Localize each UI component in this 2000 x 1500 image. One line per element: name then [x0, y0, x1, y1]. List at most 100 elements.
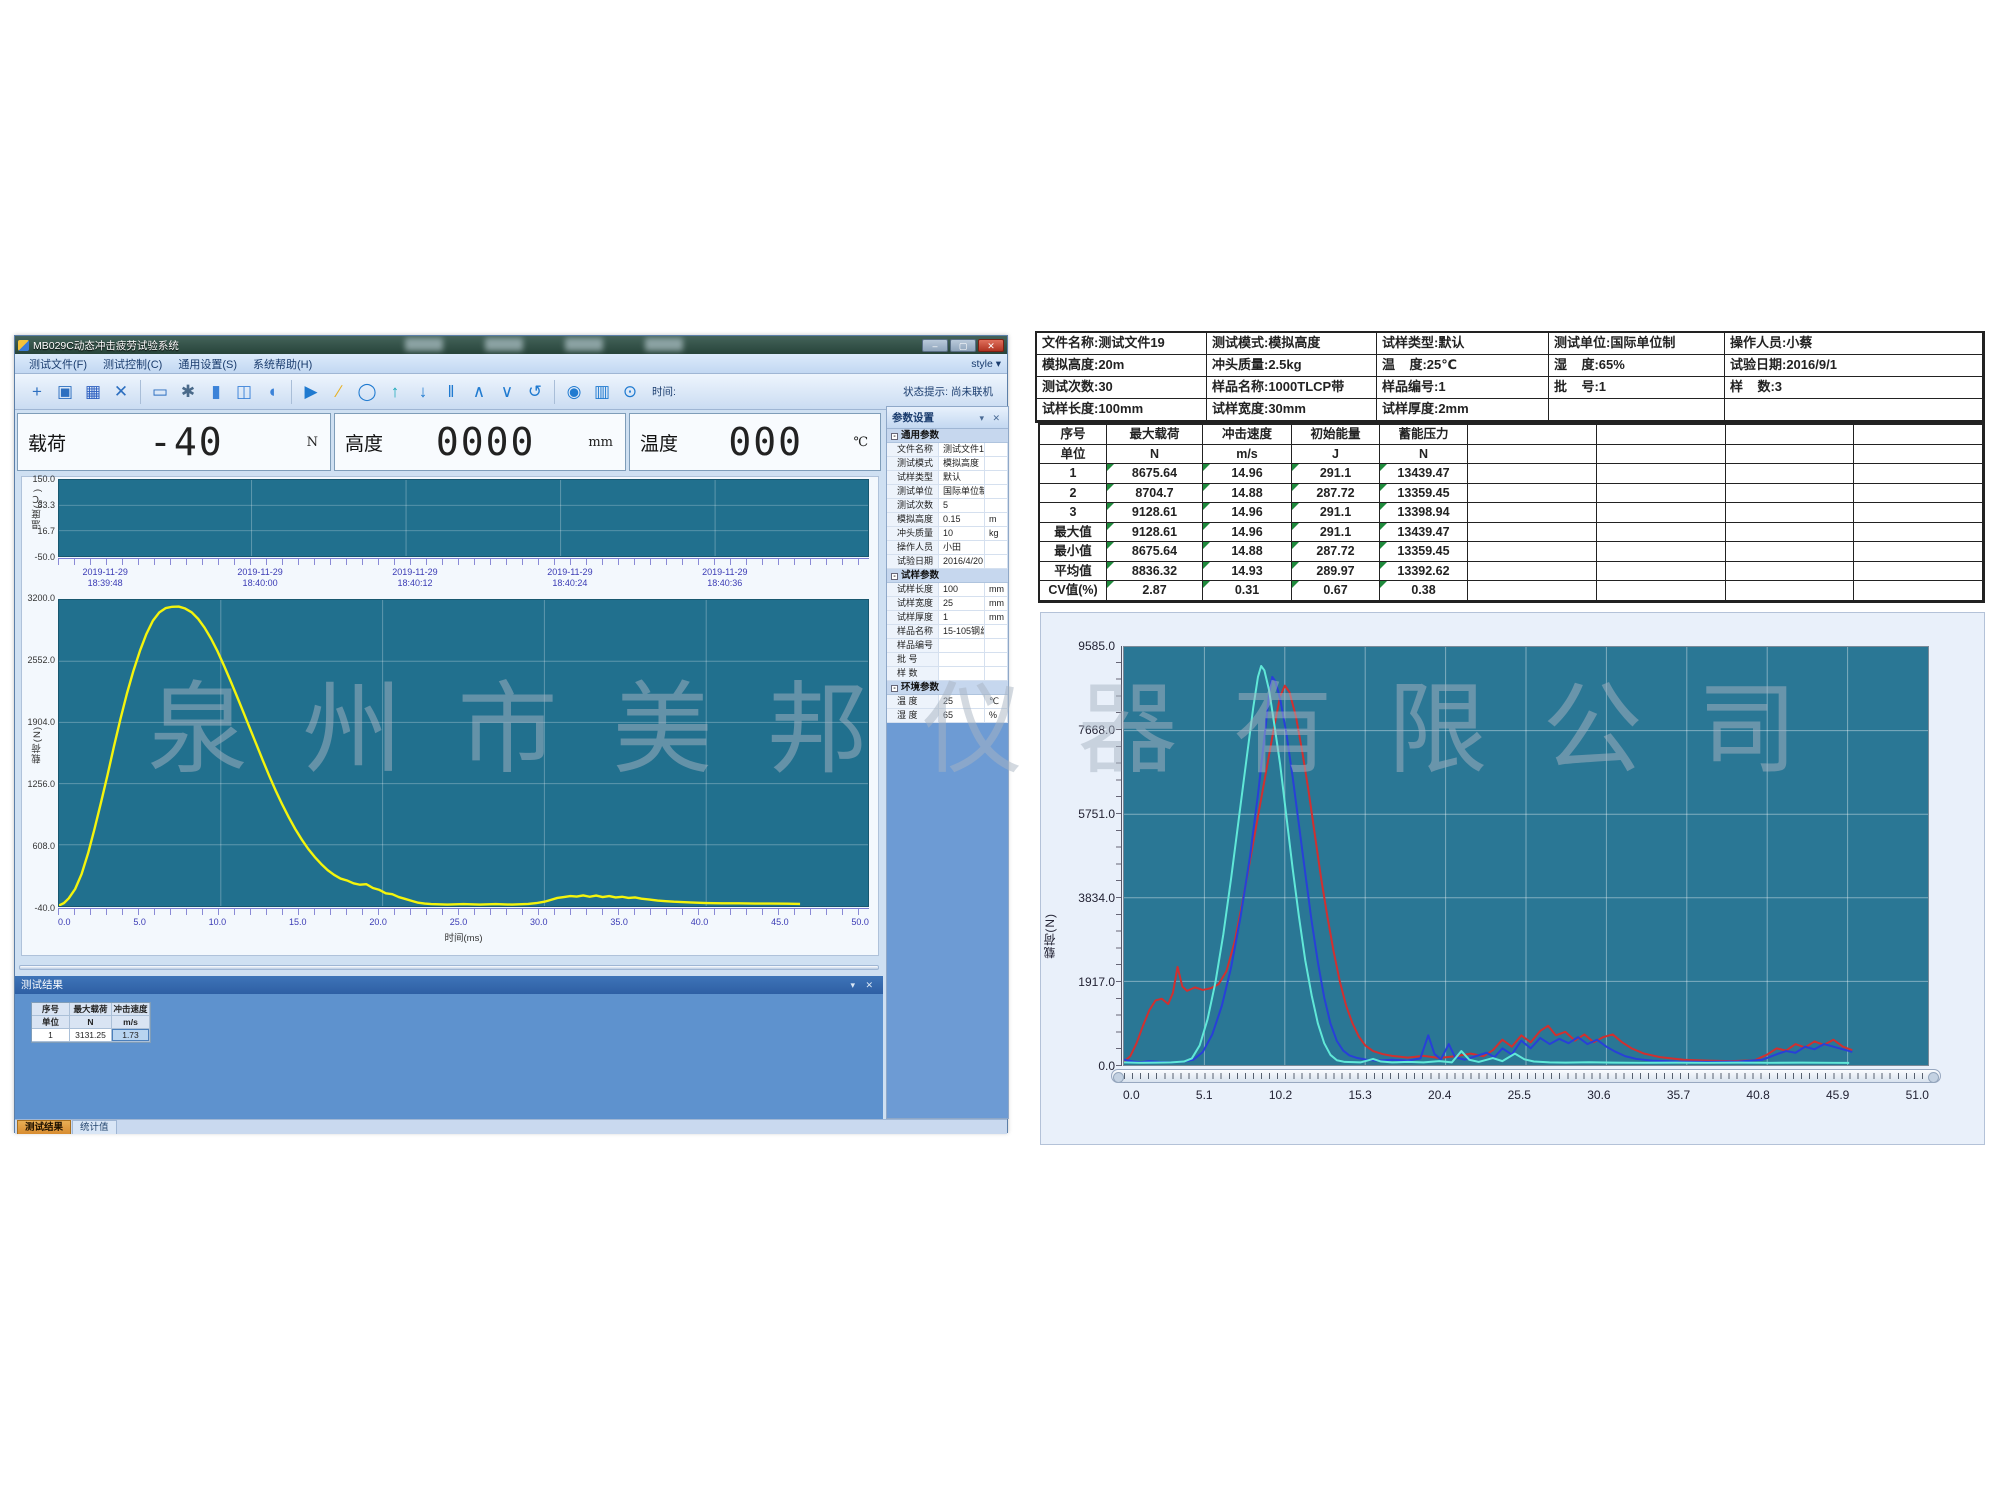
- param-label: 测试次数: [887, 499, 939, 512]
- param-row: 冲头质量10kg: [887, 527, 1008, 541]
- clean-icon[interactable]: ∕: [327, 379, 351, 405]
- tick-label: 40.0: [691, 917, 709, 927]
- close-file-icon[interactable]: ✕: [109, 379, 133, 405]
- param-value[interactable]: 2016/4/20: [939, 555, 985, 568]
- listen-icon[interactable]: ◖: [260, 379, 284, 405]
- param-row: 操作人员小田: [887, 541, 1008, 555]
- param-value[interactable]: 小田: [939, 541, 985, 554]
- jog-up-icon[interactable]: ∧: [467, 379, 491, 405]
- parameter-settings-panel: 参数设置 ▾ ✕ -通用参数文件名称测试文件1测试模式模拟高度试样类型默认测试单…: [886, 406, 1009, 1119]
- tick-label: 25.5: [1508, 1088, 1531, 1102]
- params-panel-pin-close-icons[interactable]: ▾ ✕: [979, 407, 1003, 428]
- param-section-header[interactable]: -环境参数: [887, 681, 1008, 695]
- collapse-icon[interactable]: -: [891, 573, 898, 580]
- settings-gear-icon[interactable]: ✱: [176, 379, 200, 405]
- tick-label: 2552.0: [27, 654, 55, 666]
- horizontal-splitter[interactable]: [15, 956, 883, 976]
- tick-label: 30.0: [530, 917, 548, 927]
- open-file-icon[interactable]: ▣: [53, 379, 77, 405]
- maximize-button[interactable]: ▢: [950, 339, 976, 352]
- table-header-cell: [1597, 425, 1726, 445]
- toolbar-separator: [140, 380, 141, 404]
- tab-statistics[interactable]: 统计值: [72, 1120, 117, 1134]
- report-icon[interactable]: ▥: [590, 379, 614, 405]
- stop-icon[interactable]: ◯: [355, 379, 379, 405]
- close-button[interactable]: ✕: [978, 339, 1004, 352]
- param-unit: [985, 499, 1008, 512]
- param-label: 温 度: [887, 695, 939, 708]
- param-value[interactable]: 5: [939, 499, 985, 512]
- tick-label: 20.4: [1428, 1088, 1451, 1102]
- collapse-icon[interactable]: -: [891, 433, 898, 440]
- param-section-header[interactable]: -试样参数: [887, 569, 1008, 583]
- start-icon[interactable]: ▶: [299, 379, 323, 405]
- table-cell: 14.93: [1203, 562, 1292, 582]
- power-icon[interactable]: ⊙: [618, 379, 642, 405]
- save-icon[interactable]: ▦: [81, 379, 105, 405]
- menu-test-control[interactable]: 测试控制(C): [95, 356, 170, 372]
- param-value[interactable]: 测试文件1: [939, 443, 985, 456]
- param-value[interactable]: 25: [939, 597, 985, 610]
- info-cell: [1725, 399, 1983, 421]
- minimize-button[interactable]: –: [922, 339, 948, 352]
- menu-general-settings[interactable]: 通用设置(S): [170, 356, 245, 372]
- report-chart-xaxis-ruler[interactable]: [1111, 1069, 1941, 1083]
- table-cell: CV值(%): [1040, 581, 1107, 601]
- table-cell: 13359.45: [1380, 484, 1468, 504]
- tick-label: 1256.0: [27, 778, 55, 790]
- title-bar: MB029C动态冲击疲劳试验系统 – ▢ ✕: [15, 336, 1007, 354]
- lock-icon[interactable]: ◉: [562, 379, 586, 405]
- menu-test-file[interactable]: 测试文件(F): [21, 356, 95, 372]
- reset-icon[interactable]: ↺: [523, 379, 547, 405]
- result-header-cell: 单位: [32, 1016, 70, 1029]
- param-value[interactable]: 10: [939, 527, 985, 540]
- table-cell: [1597, 562, 1726, 582]
- results-panel-pin-close-icons[interactable]: ▾ ✕: [850, 976, 877, 994]
- table-cell: 2: [1040, 484, 1107, 504]
- param-value[interactable]: [939, 653, 985, 666]
- param-section-header[interactable]: -通用参数: [887, 429, 1008, 443]
- param-value[interactable]: 默认: [939, 471, 985, 484]
- lower-icon[interactable]: ↓: [411, 379, 435, 405]
- param-value[interactable]: 15-105钢丝带: [939, 625, 985, 638]
- param-value[interactable]: [939, 667, 985, 680]
- param-unit: kg: [985, 527, 1008, 540]
- param-row: 测试单位国际单位制: [887, 485, 1008, 499]
- param-label: 模拟高度: [887, 513, 939, 526]
- raise-icon[interactable]: ↑: [383, 379, 407, 405]
- result-cell[interactable]: 1.73: [112, 1029, 150, 1042]
- param-value[interactable]: 模拟高度: [939, 457, 985, 470]
- jog-down-icon[interactable]: ∨: [495, 379, 519, 405]
- param-value[interactable]: 0.15: [939, 513, 985, 526]
- param-value[interactable]: 1: [939, 611, 985, 624]
- height-value: 0000: [383, 420, 588, 464]
- monitor-check-icon[interactable]: ▭: [148, 379, 172, 405]
- collapse-icon[interactable]: -: [891, 685, 898, 692]
- table-cell: [1597, 523, 1726, 543]
- table-cell: 最小值: [1040, 542, 1107, 562]
- param-value[interactable]: [939, 639, 985, 652]
- param-value[interactable]: 25: [939, 695, 985, 708]
- table-cell: 14.88: [1203, 542, 1292, 562]
- pause-icon[interactable]: ‖: [439, 379, 463, 405]
- load-readout: 载荷 -40 N: [17, 413, 331, 471]
- table-cell: [1854, 523, 1983, 543]
- param-value[interactable]: 65: [939, 709, 985, 722]
- cell-corner-flag: [1107, 562, 1114, 569]
- result-cell: 3131.25: [70, 1029, 112, 1042]
- battery-icon[interactable]: ▮: [204, 379, 228, 405]
- info-cell: 样品名称:1000TLCP带: [1207, 377, 1377, 399]
- param-value[interactable]: 国际单位制: [939, 485, 985, 498]
- param-value[interactable]: 100: [939, 583, 985, 596]
- table-cell: 2.87: [1107, 581, 1203, 601]
- table-cell: [1726, 562, 1855, 582]
- calibration-icon[interactable]: ◫: [232, 379, 256, 405]
- table-cell: [1597, 464, 1726, 484]
- menu-system-help[interactable]: 系统帮助(H): [245, 356, 320, 372]
- new-file-icon[interactable]: +: [25, 379, 49, 405]
- tab-test-results[interactable]: 测试结果: [17, 1120, 71, 1134]
- tick-label: 50.0: [851, 917, 869, 927]
- table-cell: 3: [1040, 503, 1107, 523]
- param-unit: [985, 555, 1008, 568]
- style-dropdown[interactable]: style ▾: [971, 358, 1001, 370]
